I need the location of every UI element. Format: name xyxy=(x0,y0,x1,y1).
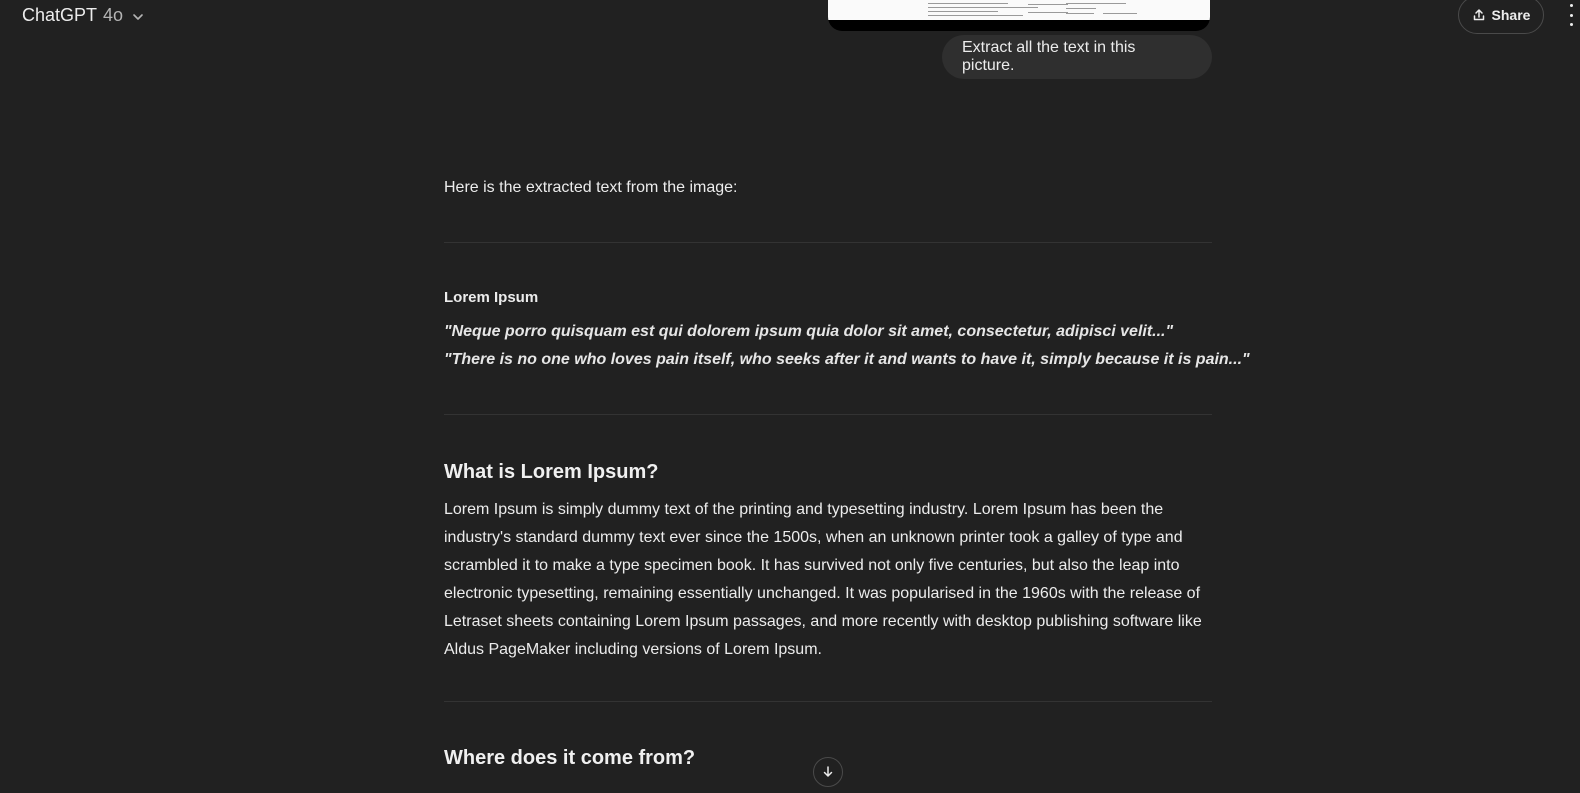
model-name: ChatGPT xyxy=(22,5,98,25)
user-message-bubble: Extract all the text in this picture. xyxy=(942,35,1212,79)
share-button[interactable]: Share xyxy=(1458,0,1544,34)
more-vertical-icon[interactable] xyxy=(1566,4,1576,26)
model-switcher[interactable]: ChatGPT 4o xyxy=(22,5,145,26)
uploaded-image-thumbnail[interactable] xyxy=(828,0,1210,31)
chevron-down-icon xyxy=(133,13,143,20)
model-version: 4o xyxy=(103,5,124,25)
response-intro: Here is the extracted text from the imag… xyxy=(444,179,738,196)
divider xyxy=(444,242,1212,243)
divider xyxy=(444,414,1212,415)
user-message-text: Extract all the text in this picture. xyxy=(962,39,1136,74)
scroll-to-bottom-button[interactable] xyxy=(813,757,843,787)
paragraph-what-is-lorem-ipsum: Lorem Ipsum is simply dummy text of the … xyxy=(444,501,1202,658)
arrow-down-icon xyxy=(823,766,833,777)
heading-where-does-it-come-from: Where does it come from? xyxy=(444,747,696,769)
divider xyxy=(444,701,1212,702)
image-preview xyxy=(828,0,1210,20)
section-title-lorem-ipsum: Lorem Ipsum xyxy=(444,289,539,306)
quote-line-2: "There is no one who loves pain itself, … xyxy=(444,351,1250,368)
quote-line-1: "Neque porro quisquam est qui dolorem ip… xyxy=(444,323,1174,340)
share-icon xyxy=(1473,9,1484,21)
top-bar: ChatGPT 4o Share xyxy=(0,0,1580,34)
share-label: Share xyxy=(1491,7,1531,23)
heading-what-is-lorem-ipsum: What is Lorem Ipsum? xyxy=(444,461,659,483)
